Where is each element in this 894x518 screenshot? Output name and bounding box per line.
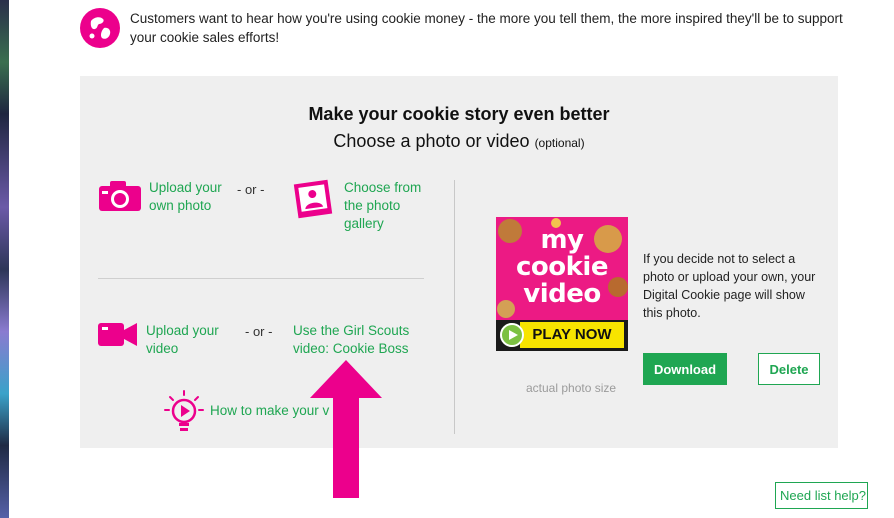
- preview-title-line: video: [523, 279, 601, 309]
- panel-subtitle: Choose a photo or video (optional): [80, 131, 838, 152]
- delete-button[interactable]: Delete: [758, 353, 820, 385]
- preview-caption: If you decide not to select a photo or u…: [643, 252, 816, 320]
- need-list-help-button[interactable]: Need list help?: [775, 482, 868, 509]
- optional-label: (optional): [534, 136, 585, 150]
- cookie-story-panel: Make your cookie story even better Choos…: [80, 76, 838, 448]
- preview-title: my cookie video: [498, 227, 626, 308]
- download-button[interactable]: Download: [643, 353, 727, 385]
- globe-icon: [80, 8, 120, 48]
- intro-message: Customers want to hear how you're using …: [80, 6, 843, 50]
- up-arrow-annotation: [309, 360, 383, 505]
- default-photo-preview: my cookie video PLAY NOW: [496, 217, 628, 351]
- play-now-label: PLAY NOW: [520, 322, 624, 348]
- divider-vertical: [454, 180, 455, 434]
- play-icon: [500, 323, 524, 347]
- upload-video-link[interactable]: Upload your video: [146, 322, 236, 358]
- preview-title-line: cookie: [516, 252, 608, 282]
- photo-frame-icon[interactable]: [292, 178, 334, 225]
- actual-size-label: actual photo size: [526, 381, 617, 395]
- divider-horizontal: [98, 278, 424, 279]
- preview-title-line: my: [540, 225, 584, 255]
- video-camera-icon[interactable]: [98, 320, 138, 353]
- upload-photo-link[interactable]: Upload your own photo: [149, 179, 239, 215]
- left-decorative-strip: [0, 0, 12, 518]
- camera-icon[interactable]: [98, 180, 142, 217]
- panel-subtitle-text: Choose a photo or video: [333, 131, 530, 151]
- or-separator: - or -: [237, 182, 265, 197]
- or-separator: - or -: [245, 324, 273, 339]
- girl-scouts-video-link[interactable]: Use the Girl Scouts video: Cookie Boss: [293, 322, 423, 358]
- panel-title: Make your cookie story even better: [308, 104, 610, 124]
- intro-text: Customers want to hear how you're using …: [130, 11, 843, 45]
- lightbulb-play-icon[interactable]: [164, 390, 204, 439]
- photo-gallery-link[interactable]: Choose from the photo gallery: [344, 179, 434, 233]
